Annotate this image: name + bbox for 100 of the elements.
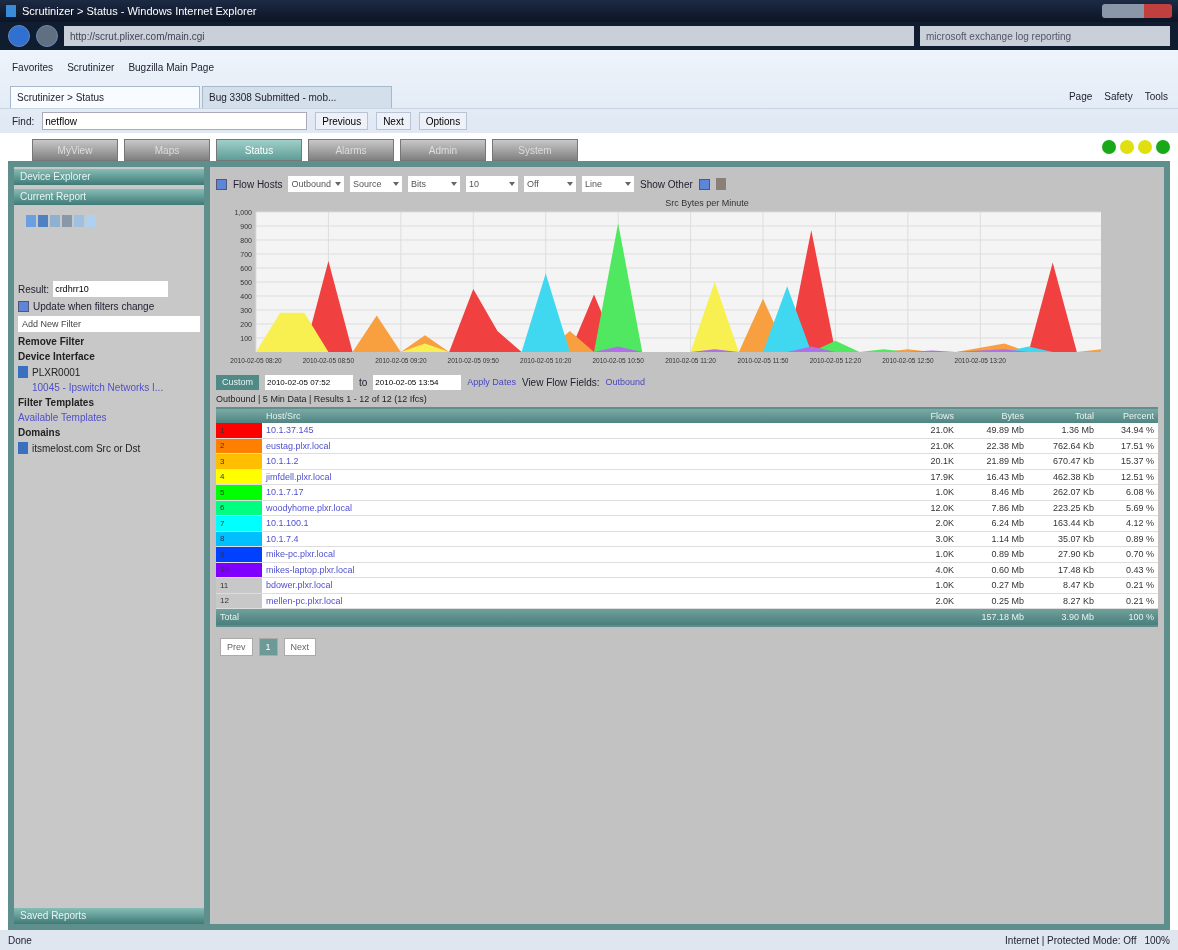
browser-tab[interactable]: Bug 3308 Submitted - mob... [202, 86, 392, 108]
sidebar-item[interactable]: PLXR0001 [32, 366, 81, 378]
dropdown[interactable]: Off [524, 176, 576, 192]
table-cell-text: 0.43 % [1124, 564, 1155, 575]
table-cell-text: 27.90 Kb [1056, 549, 1095, 560]
zoom-text[interactable]: 100% [1144, 934, 1170, 946]
dropdown[interactable]: 10 [466, 176, 518, 192]
browser-tab[interactable]: Scrutinizer > Status [10, 86, 200, 108]
table-cell-text: 3.0K [934, 533, 955, 544]
host-link[interactable]: 10.1.7.17 [262, 487, 888, 498]
window-controls[interactable] [1102, 4, 1172, 18]
favorites-item[interactable]: Favorites [12, 61, 54, 73]
toolbar-icon[interactable] [74, 215, 84, 227]
table-cell-text: 0.70 % [1124, 549, 1155, 560]
table-cell-text: 0.60 Mb [990, 564, 1025, 575]
checkbox[interactable] [18, 301, 29, 312]
host-link[interactable]: mellen-pc.plxr.local [262, 595, 888, 606]
table-cell-text: 34.94 % [1119, 425, 1155, 436]
checkbox-label: Flow Hosts [233, 178, 283, 190]
favorites-item[interactable]: Scrutinizer [67, 61, 115, 73]
table-cell-text: 223.25 Kb [1051, 502, 1095, 513]
rank-swatch: 9 [216, 547, 262, 562]
find-button[interactable]: Options [418, 112, 468, 130]
search-field[interactable]: microsoft exchange log reporting [920, 26, 1170, 46]
filter-select[interactable]: Add New Filter [18, 316, 200, 332]
status-text: Done [8, 934, 32, 946]
custom-button[interactable]: Custom [216, 374, 259, 390]
total-label: Total [219, 612, 240, 622]
back-button[interactable] [8, 25, 30, 47]
command-menu[interactable]: Tools [1144, 90, 1168, 102]
table-cell-text: 7.86 Mb [990, 502, 1025, 513]
table-cell-text: 21.89 Mb [985, 456, 1025, 467]
host-link[interactable]: 10.1.1.2 [262, 456, 888, 467]
section-title: Device Interface [18, 351, 96, 362]
table-cell-text: 17.48 Kb [1056, 564, 1095, 575]
date-field[interactable]: 2010-02-05 07:52 [265, 374, 353, 390]
toolbar-icon[interactable] [26, 215, 36, 227]
favorites-item[interactable]: Bugzilla Main Page [128, 61, 214, 73]
table-cell-text: 20.1K [929, 456, 955, 467]
host-link[interactable]: 10.1.7.4 [262, 533, 888, 544]
toolbar-icon[interactable] [38, 215, 48, 227]
table-cell-text: 21.0K [929, 425, 955, 436]
checkbox[interactable] [698, 178, 710, 190]
dropdown[interactable]: Line [582, 176, 634, 192]
table-cell-text: 17.51 % [1119, 440, 1155, 451]
dropdown[interactable]: Outbound [288, 176, 344, 192]
forward-button[interactable] [36, 25, 58, 47]
app-icon [6, 5, 16, 17]
host-link[interactable]: mike-pc.plxr.local [262, 549, 888, 560]
command-menu[interactable]: Safety [1104, 90, 1133, 102]
table-cell-text: 0.89 Mb [990, 549, 1025, 560]
sidebar-item[interactable]: itsmelost.com Src or Dst [32, 442, 141, 454]
toolbar-icon[interactable] [86, 215, 96, 227]
table-cell-text: 762.64 Kb [1051, 440, 1095, 451]
page-button[interactable]: Prev [220, 638, 253, 656]
total-cell-text: 3.90 Mb [1060, 612, 1095, 622]
rank-swatch: 11 [216, 578, 262, 593]
rank-swatch: 5 [216, 485, 262, 500]
sidebar-link[interactable]: Available Templates [18, 412, 200, 423]
table-cell-text: 16.43 Mb [985, 471, 1025, 482]
zone-text: Internet | Protected Mode: Off [1005, 934, 1137, 946]
date-field[interactable]: 2010-02-05 13:54 [373, 374, 462, 390]
dropdown[interactable]: Source [350, 176, 402, 192]
apply-dates-link[interactable]: Apply Dates [467, 377, 516, 387]
host-link[interactable]: bdower.plxr.local [262, 580, 888, 591]
table-cell-text: 4.0K [934, 564, 955, 575]
find-button[interactable]: Next [376, 112, 411, 130]
result-label: Result: [18, 283, 50, 295]
find-button[interactable]: Previous [315, 112, 369, 130]
host-link[interactable]: jimfdell.plxr.local [262, 471, 888, 482]
host-link[interactable]: mikes-laptop.plxr.local [262, 564, 888, 575]
dropdown[interactable]: Bits [408, 176, 460, 192]
result-field[interactable]: crdhrr10 [53, 281, 169, 297]
table-cell-text: 262.07 Kb [1051, 487, 1095, 498]
toolbar-icon[interactable] [62, 215, 72, 227]
table-cell-text: 1.14 Mb [990, 533, 1025, 544]
table-cell-text: 6.24 Mb [990, 518, 1025, 529]
view-link[interactable]: Outbound [605, 377, 646, 387]
toolbar-icon[interactable] [50, 215, 60, 227]
table-cell-text: 1.0K [934, 487, 955, 498]
checkbox[interactable] [216, 178, 227, 190]
table-cell-text: 1.0K [934, 580, 955, 591]
command-menu[interactable]: Page [1068, 90, 1093, 102]
address-field[interactable]: http://scrut.plixer.com/main.cgi [64, 26, 914, 46]
table-cell-text: 35.07 Kb [1056, 533, 1095, 544]
table-cell-text: 15.37 % [1119, 456, 1155, 467]
checkbox-label: Update when filters change [33, 301, 155, 312]
table-cell-text: 0.25 Mb [990, 595, 1025, 606]
page-button[interactable]: Next [283, 638, 317, 656]
host-link[interactable]: 10.1.37.145 [262, 425, 888, 436]
checkbox-label: Show Other [640, 178, 693, 190]
table-cell-text: 21.0K [929, 440, 955, 451]
sidebar-link[interactable]: 10045 - Ipswitch Networks I... [18, 382, 200, 393]
host-link[interactable]: woodyhome.plxr.local [262, 502, 888, 513]
table-cell-text: 6.08 % [1124, 487, 1155, 498]
section-title: Remove Filter [18, 336, 86, 347]
find-field[interactable]: netflow [42, 112, 308, 130]
host-link[interactable]: 10.1.100.1 [262, 518, 888, 529]
host-link[interactable]: eustag.plxr.local [262, 440, 888, 451]
device-icon [18, 366, 28, 378]
